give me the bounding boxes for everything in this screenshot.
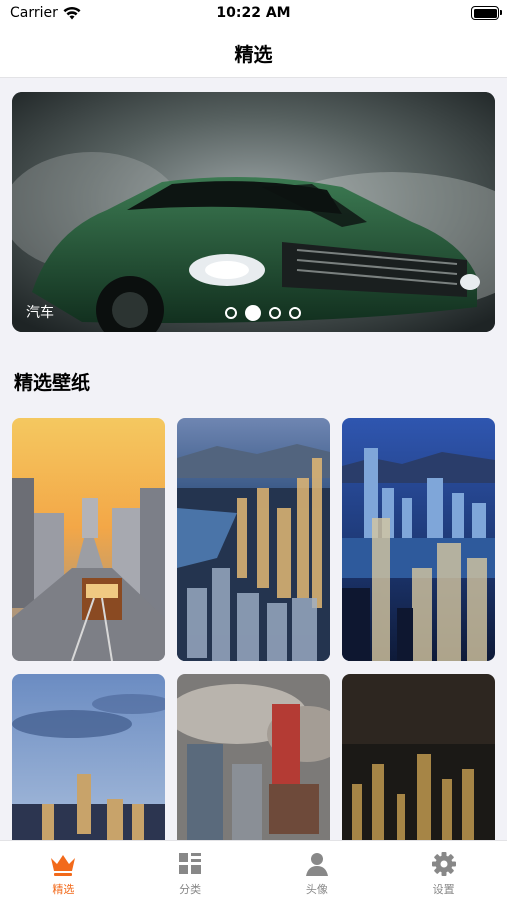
tab-label: 头像 [305,883,328,896]
page-dot-active[interactable] [245,305,261,321]
wallpaper-image [177,418,330,661]
status-bar: Carrier 10:22 AM [0,0,507,28]
banner-caption: 汽车 [26,305,54,321]
tab-bar: 精选 分类 头像 设置 [0,840,507,900]
category-grid-icon [179,853,202,874]
page-dot[interactable] [289,307,301,319]
tab-label: 设置 [432,883,455,896]
section-title: 精选壁纸 [14,372,91,394]
crown-icon [51,855,76,876]
page-indicator[interactable] [225,305,301,321]
banner-carousel[interactable]: 汽车 [12,92,495,332]
page-dot[interactable] [269,307,281,319]
wallpaper-image [12,418,165,661]
tab-label: 精选 [52,883,75,896]
person-icon [305,853,328,876]
banner-car-image [12,92,495,332]
tab-settings[interactable]: 设置 [380,841,507,900]
navigation-bar: 精选 [0,28,507,78]
status-time: 10:22 AM [216,5,291,21]
wallpaper-tile[interactable] [177,418,330,661]
wallpaper-tile[interactable] [342,418,495,661]
tab-featured[interactable]: 精选 [0,841,127,900]
wallpaper-tile[interactable] [12,418,165,661]
battery-icon [471,6,502,20]
tab-label: 分类 [179,883,202,896]
tab-category[interactable]: 分类 [127,841,254,900]
wallpaper-image [342,418,495,661]
page-title: 精选 [234,44,273,66]
gear-icon [431,852,456,876]
page-dot[interactable] [225,307,237,319]
tab-avatar[interactable]: 头像 [254,841,381,900]
